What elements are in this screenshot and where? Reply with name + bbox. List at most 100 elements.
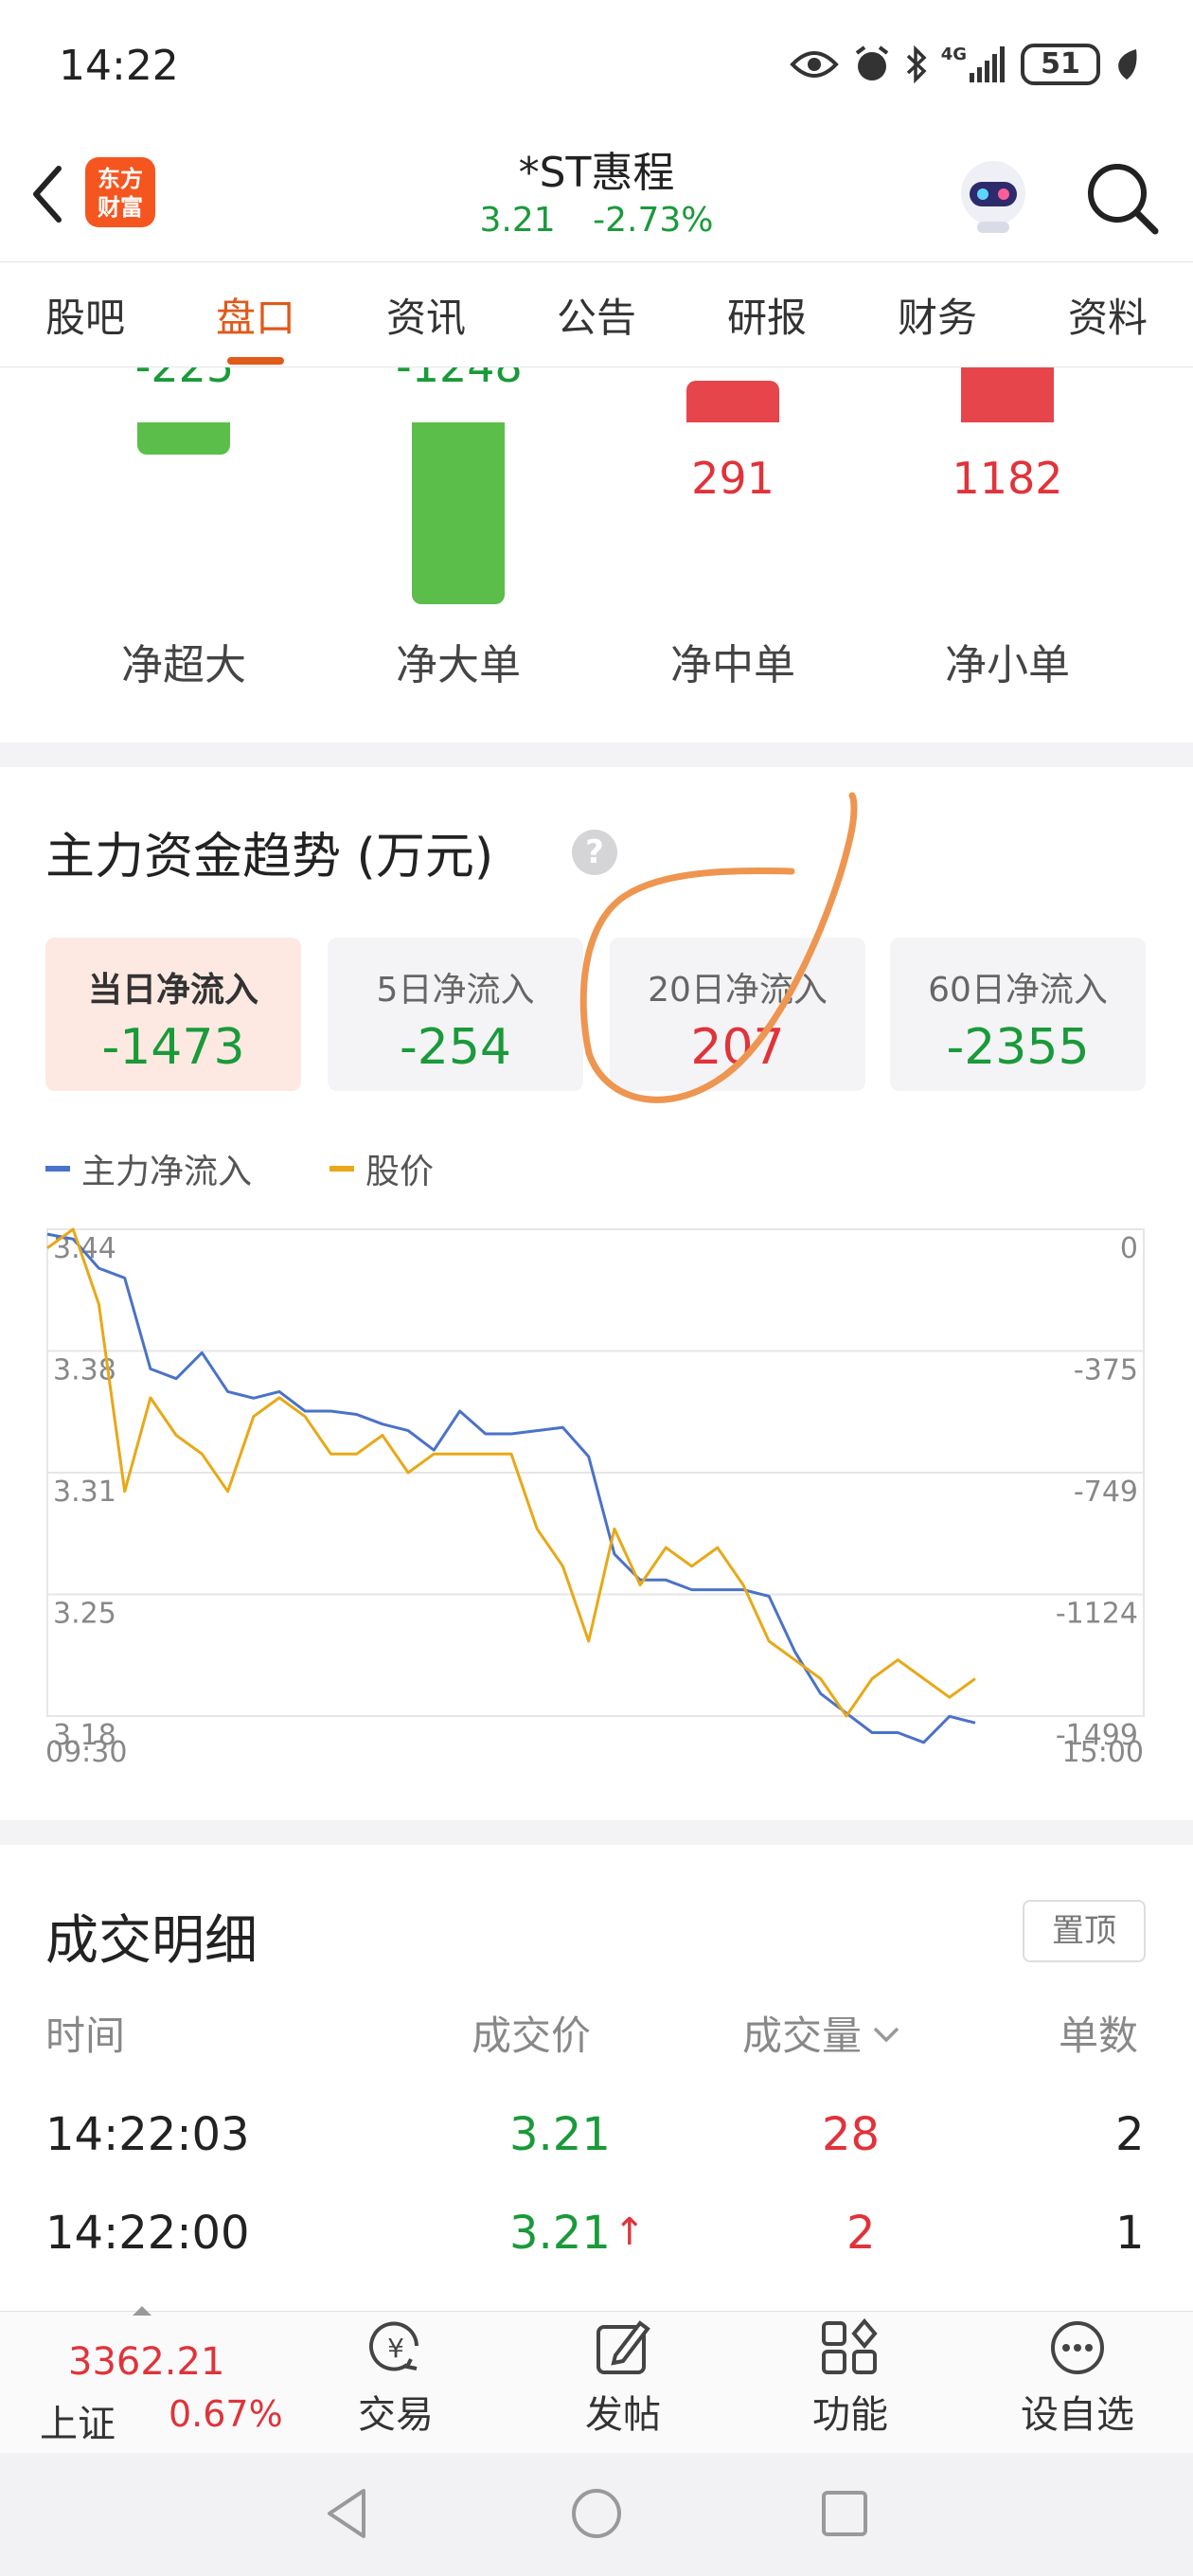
legend-swatch-yellow bbox=[329, 1166, 354, 1172]
nav-back-icon[interactable] bbox=[322, 2485, 371, 2542]
tab-news[interactable]: 资讯 bbox=[383, 286, 470, 344]
tab-research[interactable]: 研报 bbox=[723, 286, 810, 344]
flow-label-medium: 净中单 bbox=[670, 641, 795, 689]
search-icon[interactable] bbox=[1079, 155, 1165, 241]
network-type: 4G bbox=[940, 45, 967, 64]
col-header-volume[interactable]: 成交量 bbox=[742, 2004, 903, 2062]
series-main-inflow-line bbox=[46, 1232, 976, 1744]
legend-label: 主力净流入 bbox=[81, 1153, 253, 1191]
flow-bar-super bbox=[137, 422, 230, 455]
pin-top-button[interactable]: 置顶 bbox=[1023, 1900, 1146, 1962]
deal-volume: 2 bbox=[846, 2207, 876, 2260]
flow-bar-small bbox=[961, 367, 1054, 422]
right-tick-label: -749 bbox=[1074, 1476, 1138, 1509]
nav-home-icon[interactable] bbox=[568, 2485, 625, 2542]
flow-label-super: 净超大 bbox=[121, 641, 246, 689]
favorite-icon bbox=[1051, 2321, 1104, 2374]
right-tick-label: -375 bbox=[1074, 1354, 1138, 1387]
legend-swatch-blue bbox=[45, 1166, 70, 1172]
right-tick-label: 0 bbox=[1120, 1232, 1138, 1265]
trade-icon: ¥ bbox=[369, 2321, 418, 2371]
hand-drawn-circle-annotation bbox=[579, 792, 858, 1103]
col-header-volume-label: 成交量 bbox=[742, 2012, 863, 2059]
svg-text:¥: ¥ bbox=[387, 2333, 404, 2364]
stock-price: 3.21 bbox=[479, 201, 556, 240]
flow-label-large: 净大单 bbox=[396, 641, 521, 689]
left-tick-label: 3.25 bbox=[53, 1598, 116, 1631]
tab-bar: 股吧 盘口 资讯 公告 研报 财务 资料 bbox=[0, 261, 1193, 367]
system-navigation-bar bbox=[0, 2453, 1193, 2576]
right-tick-label: -1124 bbox=[1056, 1598, 1138, 1631]
col-header-price: 成交价 bbox=[472, 2012, 592, 2059]
flow-value-super: -225 bbox=[104, 367, 265, 392]
deal-volume: 28 bbox=[822, 2108, 881, 2161]
card-value: -254 bbox=[399, 1019, 511, 1076]
flow-value-large: -1248 bbox=[369, 367, 549, 392]
flow-value-small: 1182 bbox=[952, 453, 1063, 504]
deal-count: 1 bbox=[1115, 2207, 1145, 2260]
nav-recents-icon[interactable] bbox=[820, 2489, 869, 2538]
tab-announcements[interactable]: 公告 bbox=[553, 286, 640, 344]
card-label: 60日净流入 bbox=[928, 971, 1108, 1010]
chevron-down-icon bbox=[873, 2027, 899, 2042]
tab-pankou[interactable]: 盘口 bbox=[212, 286, 299, 365]
collapse-caret-icon[interactable] bbox=[131, 2304, 153, 2316]
nav-label: 功能 bbox=[812, 2393, 888, 2437]
section-divider bbox=[0, 1820, 1193, 1845]
card-60day-inflow[interactable]: 60日净流入 -2355 bbox=[890, 938, 1146, 1091]
deal-price: 3.21 bbox=[509, 2207, 611, 2260]
nav-trade[interactable]: ¥ 交易 bbox=[320, 2317, 472, 2439]
eye-icon bbox=[789, 51, 839, 78]
status-icons: 4G 51 bbox=[789, 44, 1140, 85]
robot-assistant-icon[interactable] bbox=[951, 153, 1036, 239]
deals-title: 成交明细 bbox=[45, 1910, 258, 1972]
card-label: 当日净流入 bbox=[87, 971, 258, 1010]
fund-trend-chart[interactable]: 3.44 03.38 -3753.31 -7493.25 -11243.18 -14990… bbox=[0, 1212, 1193, 1799]
card-value: -1473 bbox=[101, 1019, 245, 1076]
network-indicator: 4G bbox=[941, 46, 1007, 82]
deal-price: 3.21 bbox=[509, 2108, 611, 2161]
legend-label: 股价 bbox=[365, 1153, 435, 1191]
alarm-icon bbox=[855, 45, 888, 80]
function-icon bbox=[822, 2317, 878, 2374]
deal-time: 14:22:00 bbox=[45, 2207, 250, 2260]
fund-flow-bars: -225 -1248 291 1182 净超大 净大单 净中单 净小单 bbox=[0, 367, 1193, 742]
col-header-time: 时间 bbox=[45, 2012, 126, 2059]
stock-header: 东方 财富 *ST惠程 3.21 -2.73% bbox=[0, 133, 1193, 261]
card-today-inflow[interactable]: 当日净流入 -1473 bbox=[45, 938, 301, 1091]
flow-bar-large bbox=[412, 422, 505, 604]
signal-icon bbox=[970, 46, 1005, 82]
nav-label: 发帖 bbox=[585, 2393, 661, 2437]
leaf-icon bbox=[1118, 49, 1137, 80]
index-value: 3362.21 bbox=[68, 2340, 225, 2384]
status-bar: 14:22 4G 51 bbox=[0, 0, 1193, 133]
post-icon bbox=[596, 2320, 650, 2374]
deal-count: 2 bbox=[1115, 2108, 1145, 2161]
nav-label: 交易 bbox=[358, 2393, 434, 2437]
nav-post[interactable]: 发帖 bbox=[547, 2317, 699, 2439]
battery-indicator: 51 bbox=[1021, 44, 1100, 85]
section-divider bbox=[0, 742, 1193, 767]
legend-price: 股价 bbox=[329, 1144, 434, 1193]
left-tick-label: 3.31 bbox=[53, 1476, 116, 1509]
card-5day-inflow[interactable]: 5日净流入 -254 bbox=[328, 938, 583, 1091]
bottom-toolbar: 3362.21 上证 0.67% ¥ 交易 发帖 功能 设自选 bbox=[0, 2306, 1193, 2453]
card-value: -2355 bbox=[946, 1019, 1090, 1076]
stock-change-pct: -2.73% bbox=[593, 201, 714, 240]
nav-add-favorite[interactable]: 设自选 bbox=[1002, 2317, 1153, 2439]
col-header-count: 单数 bbox=[1059, 2012, 1139, 2059]
nav-function[interactable]: 功能 bbox=[775, 2317, 926, 2439]
index-name: 上证 bbox=[40, 2403, 116, 2446]
up-arrow-icon: ↑ bbox=[614, 2210, 646, 2254]
flow-value-medium: 291 bbox=[691, 453, 775, 504]
tab-profile[interactable]: 资料 bbox=[1064, 286, 1151, 344]
card-label: 5日净流入 bbox=[376, 971, 535, 1010]
bluetooth-icon bbox=[906, 45, 927, 84]
trend-title: 主力资金趋势 (万元) bbox=[45, 829, 494, 886]
index-change-pct: 0.67% bbox=[169, 2393, 283, 2435]
deal-time: 14:22:03 bbox=[45, 2108, 250, 2161]
flow-bar-medium bbox=[686, 381, 779, 422]
tab-guba[interactable]: 股吧 bbox=[42, 286, 129, 344]
nav-label: 设自选 bbox=[1021, 2393, 1134, 2437]
tab-finance[interactable]: 财务 bbox=[894, 286, 981, 344]
